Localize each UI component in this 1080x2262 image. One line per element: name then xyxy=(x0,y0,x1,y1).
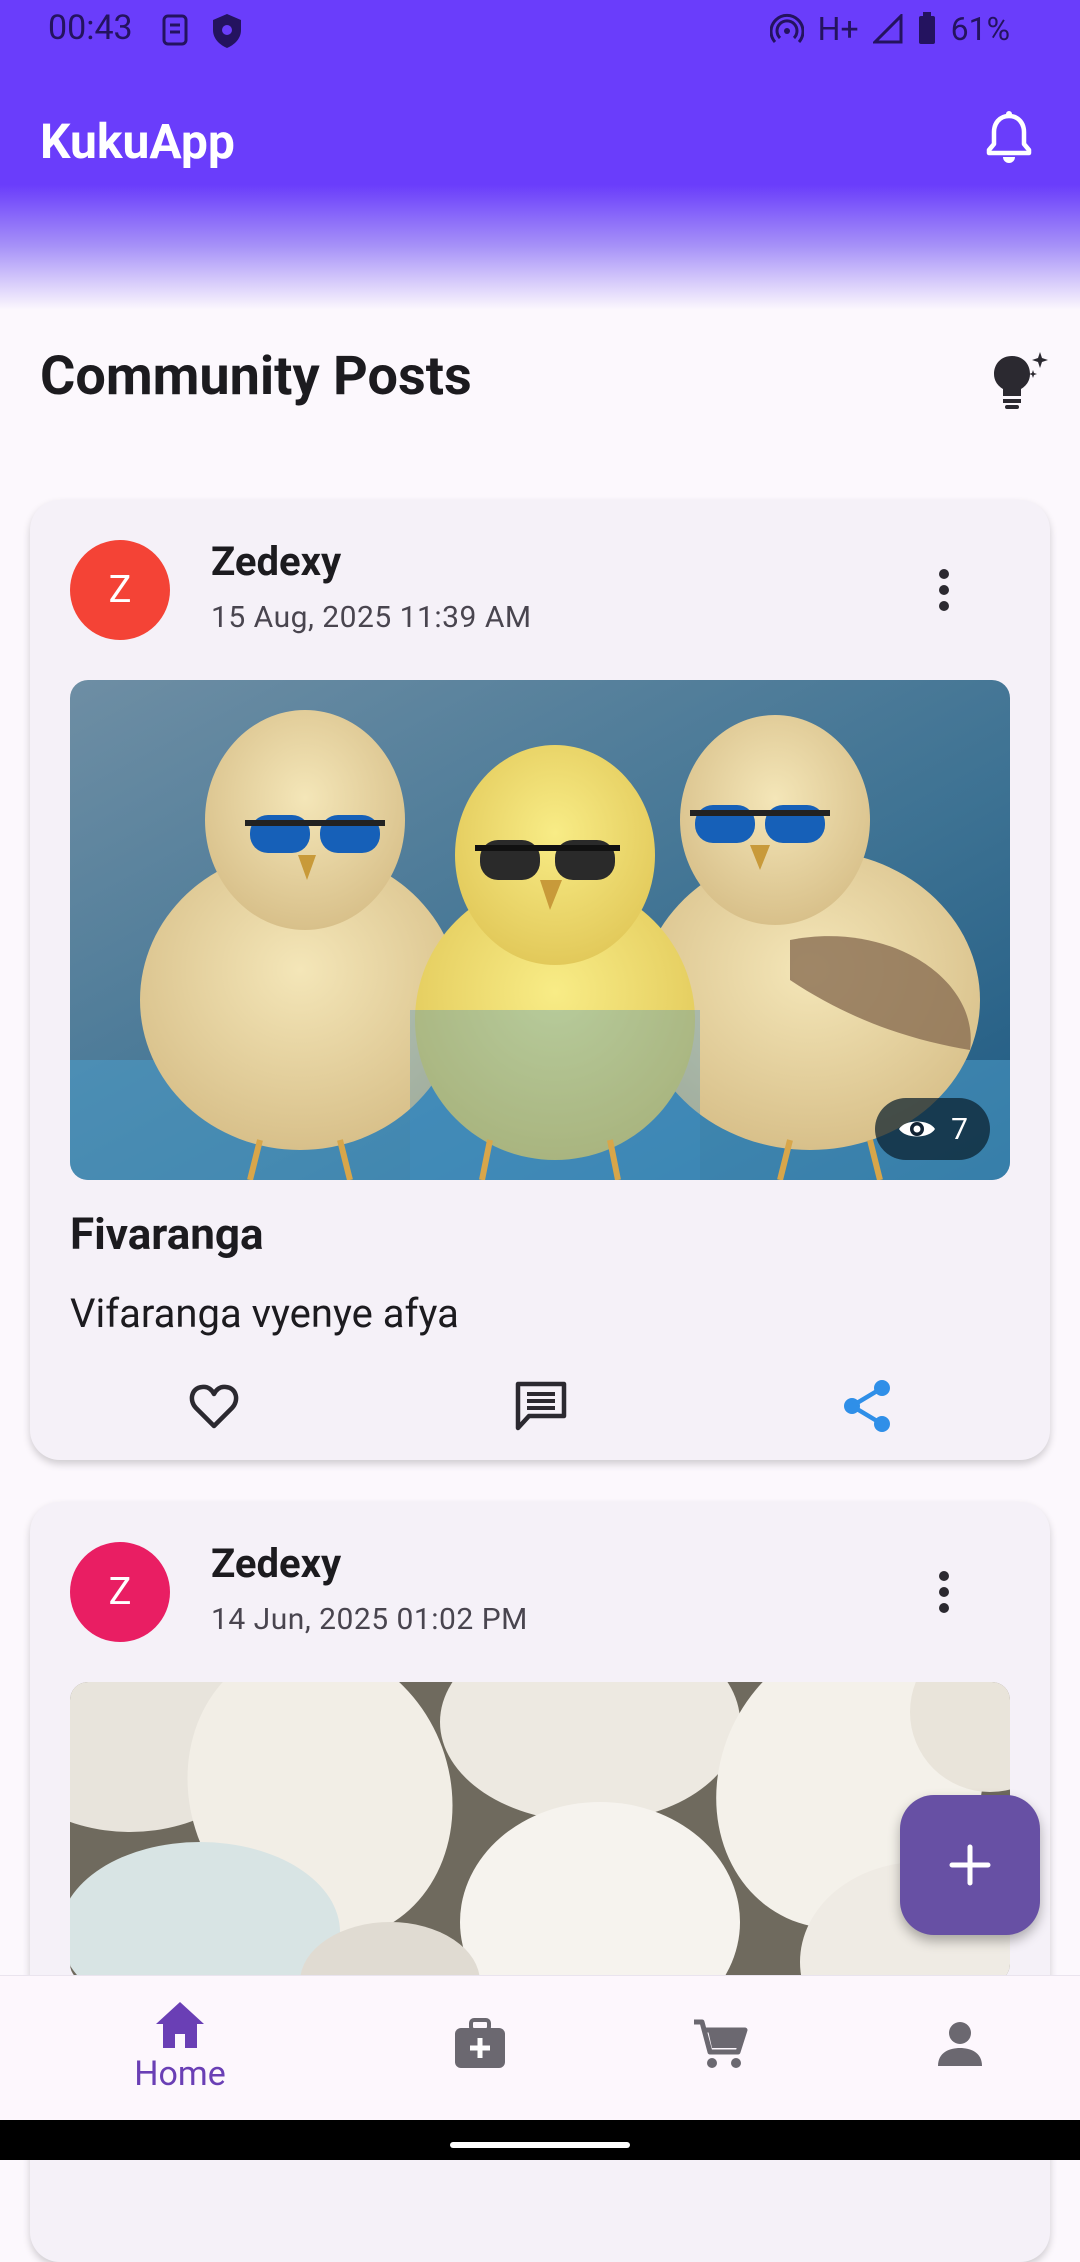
eggs-image xyxy=(70,1682,1010,1982)
nav-item-profile[interactable] xyxy=(920,1976,1000,2121)
cart-icon xyxy=(694,2019,748,2068)
status-bar: 00:43 H+ 61% xyxy=(0,0,1080,60)
chicks-image xyxy=(70,680,1010,1180)
avatar[interactable]: Z xyxy=(70,540,170,640)
network-type: H+ xyxy=(817,10,859,48)
more-vert-icon[interactable] xyxy=(938,1570,950,1614)
eye-icon xyxy=(899,1121,936,1137)
home-icon xyxy=(156,2002,204,2048)
medical-kit-icon xyxy=(455,2018,505,2068)
post-date: 15 Aug, 2025 11:39 AM xyxy=(211,600,532,635)
battery-level: 61% xyxy=(950,10,1010,48)
app-bar: KukuApp xyxy=(0,60,1080,310)
signal-icon xyxy=(872,14,903,44)
app-title: KukuApp xyxy=(40,113,235,170)
post-card[interactable]: Z Zedexy 15 Aug, 2025 11:39 AM 7 Fivaran… xyxy=(30,500,1050,1460)
share-icon[interactable] xyxy=(840,1378,896,1434)
notification-icon xyxy=(162,14,188,46)
comment-icon[interactable] xyxy=(513,1378,569,1434)
post-actions xyxy=(30,1370,1050,1450)
post-date: 14 Jun, 2025 01:02 PM xyxy=(211,1602,528,1637)
nav-item-home[interactable]: Home xyxy=(110,1976,250,2121)
nav-label-home: Home xyxy=(134,2054,226,2094)
bottom-navigation: Home xyxy=(0,1975,1080,2121)
plus-icon xyxy=(949,1844,991,1886)
person-icon xyxy=(938,2022,982,2066)
gesture-bar xyxy=(0,2120,1080,2160)
more-vert-icon[interactable] xyxy=(938,568,950,612)
home-indicator[interactable] xyxy=(450,2142,630,2148)
views-count: 7 xyxy=(951,1111,968,1147)
heart-icon[interactable] xyxy=(186,1378,242,1434)
post-title: Fivaranga xyxy=(70,1208,264,1260)
post-image[interactable]: 7 xyxy=(70,680,1010,1180)
page-title: Community Posts xyxy=(40,345,472,408)
bell-icon[interactable] xyxy=(984,110,1034,166)
post-author[interactable]: Zedexy xyxy=(211,538,341,585)
post-body: Vifaranga vyenye afya xyxy=(70,1290,459,1337)
post-author[interactable]: Zedexy xyxy=(211,1540,341,1587)
battery-icon xyxy=(918,12,935,44)
status-time: 00:43 xyxy=(48,8,133,48)
nav-item-cart[interactable] xyxy=(680,1976,760,2121)
add-post-button[interactable] xyxy=(900,1795,1040,1935)
lightbulb-sparkle-icon[interactable] xyxy=(988,348,1052,412)
hotspot-icon xyxy=(769,13,804,43)
post-image[interactable] xyxy=(70,1682,1010,1982)
avatar[interactable]: Z xyxy=(70,1542,170,1642)
nav-item-health[interactable] xyxy=(440,1976,520,2121)
views-badge: 7 xyxy=(875,1098,990,1160)
shield-icon xyxy=(213,14,241,48)
